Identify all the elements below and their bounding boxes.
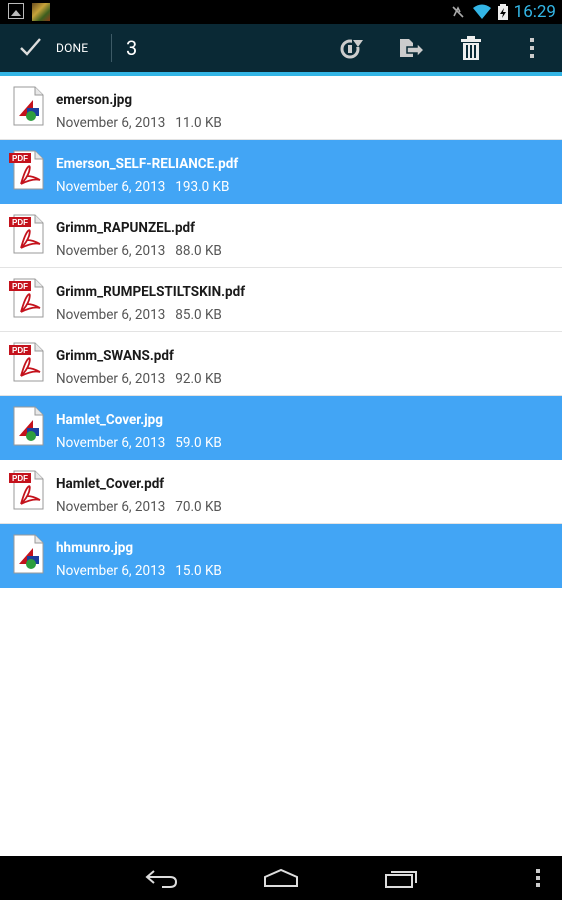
- file-name: hhmunro.jpg: [56, 540, 134, 556]
- wifi-icon: [472, 4, 491, 19]
- svg-text:PDF: PDF: [12, 346, 28, 355]
- file-row[interactable]: PDF Grimm_RAPUNZEL.pdf November 6, 2013 8…: [0, 204, 562, 268]
- file-meta: November 6, 2013 15.0 KB: [56, 563, 222, 579]
- selection-count: 3: [126, 36, 138, 60]
- pdf-file-icon: PDF: [9, 342, 44, 382]
- file-row[interactable]: PDF Grimm_SWANS.pdf November 6, 2013 92.0…: [0, 332, 562, 396]
- file-name: emerson.jpg: [56, 92, 133, 108]
- file-row[interactable]: emerson.jpg November 6, 2013 11.0 KB: [0, 76, 562, 140]
- battery-charging-icon: [497, 4, 508, 20]
- file-name: Grimm_RUMPELSTILTSKIN.pdf: [56, 284, 246, 300]
- file-meta: November 6, 2013 88.0 KB: [56, 243, 222, 259]
- navigation-bar: [0, 856, 562, 900]
- move-button[interactable]: [395, 32, 427, 64]
- back-icon: [145, 870, 178, 888]
- action-bar-divider: [111, 34, 112, 62]
- clock: 16:29: [513, 2, 556, 22]
- image-file-icon: [13, 86, 44, 126]
- pdf-file-icon: PDF: [9, 150, 44, 190]
- file-name: Hamlet_Cover.pdf: [56, 476, 165, 492]
- file-meta: November 6, 2013 85.0 KB: [56, 307, 222, 323]
- svg-text:PDF: PDF: [12, 282, 28, 291]
- recent-apps-icon: [385, 871, 417, 888]
- file-size: 92.0 KB: [175, 371, 222, 387]
- muted-icon: [452, 6, 464, 18]
- trash-icon: [461, 36, 481, 60]
- delete-button[interactable]: [455, 32, 487, 64]
- home-button[interactable]: [251, 862, 311, 894]
- pdf-file-icon: PDF: [9, 214, 44, 254]
- file-size: 15.0 KB: [175, 563, 222, 579]
- file-size: 193.0 KB: [175, 179, 230, 195]
- file-list: emerson.jpg November 6, 2013 11.0 KB PDF …: [0, 76, 562, 588]
- home-icon: [264, 868, 298, 887]
- file-name: Grimm_SWANS.pdf: [56, 348, 174, 364]
- image-file-icon: [13, 406, 44, 446]
- file-date: November 6, 2013: [56, 115, 166, 131]
- file-date: November 6, 2013: [56, 307, 166, 323]
- file-name: Hamlet_Cover.jpg: [56, 412, 163, 428]
- gallery-notification-icon: [8, 3, 24, 19]
- file-size: 85.0 KB: [175, 307, 222, 323]
- back-button[interactable]: [131, 862, 191, 894]
- move-icon: [400, 39, 425, 59]
- done-label: DONE: [56, 41, 89, 55]
- share-button[interactable]: [336, 32, 368, 64]
- file-size: 59.0 KB: [175, 435, 222, 451]
- file-date: November 6, 2013: [56, 563, 166, 579]
- file-name: Grimm_RAPUNZEL.pdf: [56, 220, 195, 236]
- file-row[interactable]: hhmunro.jpg November 6, 2013 15.0 KB: [0, 524, 562, 588]
- file-size: 70.0 KB: [175, 499, 222, 515]
- file-date: November 6, 2013: [56, 243, 166, 259]
- file-name: Emerson_SELF-RELIANCE.pdf: [56, 156, 239, 172]
- contextual-action-bar: DONE 3: [0, 24, 562, 76]
- file-row[interactable]: PDF Grimm_RUMPELSTILTSKIN.pdf November 6…: [0, 268, 562, 332]
- status-bar: 16:29: [0, 0, 562, 24]
- file-row[interactable]: PDF Emerson_SELF-RELIANCE.pdf November 6…: [0, 140, 562, 204]
- svg-text:PDF: PDF: [12, 154, 28, 163]
- file-date: November 6, 2013: [56, 371, 166, 387]
- file-date: November 6, 2013: [56, 435, 166, 451]
- file-date: November 6, 2013: [56, 179, 166, 195]
- pdf-file-icon: PDF: [9, 470, 44, 510]
- overflow-menu-icon: [536, 869, 540, 887]
- pdf-file-icon: PDF: [9, 278, 44, 318]
- file-meta: November 6, 2013 92.0 KB: [56, 371, 222, 387]
- file-row[interactable]: Hamlet_Cover.jpg November 6, 2013 59.0 KB: [0, 396, 562, 460]
- file-meta: November 6, 2013 59.0 KB: [56, 435, 222, 451]
- svg-text:PDF: PDF: [12, 474, 28, 483]
- overflow-menu-button[interactable]: [516, 32, 548, 64]
- file-size: 11.0 KB: [175, 115, 222, 131]
- share-icon: [340, 38, 363, 59]
- file-size: 88.0 KB: [175, 243, 222, 259]
- thumbnail-notification-icon: [32, 3, 50, 21]
- checkmark-icon: [20, 38, 41, 56]
- svg-text:PDF: PDF: [12, 218, 28, 227]
- image-file-icon: [13, 534, 44, 574]
- file-date: November 6, 2013: [56, 499, 166, 515]
- file-meta: November 6, 2013 70.0 KB: [56, 499, 222, 515]
- file-meta: November 6, 2013 193.0 KB: [56, 179, 229, 195]
- done-button[interactable]: DONE: [0, 24, 111, 72]
- file-row[interactable]: PDF Hamlet_Cover.pdf November 6, 2013 70.…: [0, 460, 562, 524]
- recent-apps-button[interactable]: [371, 862, 431, 894]
- overflow-menu-icon: [530, 38, 534, 58]
- file-meta: November 6, 2013 11.0 KB: [56, 115, 222, 131]
- nav-overflow-button[interactable]: [508, 862, 562, 894]
